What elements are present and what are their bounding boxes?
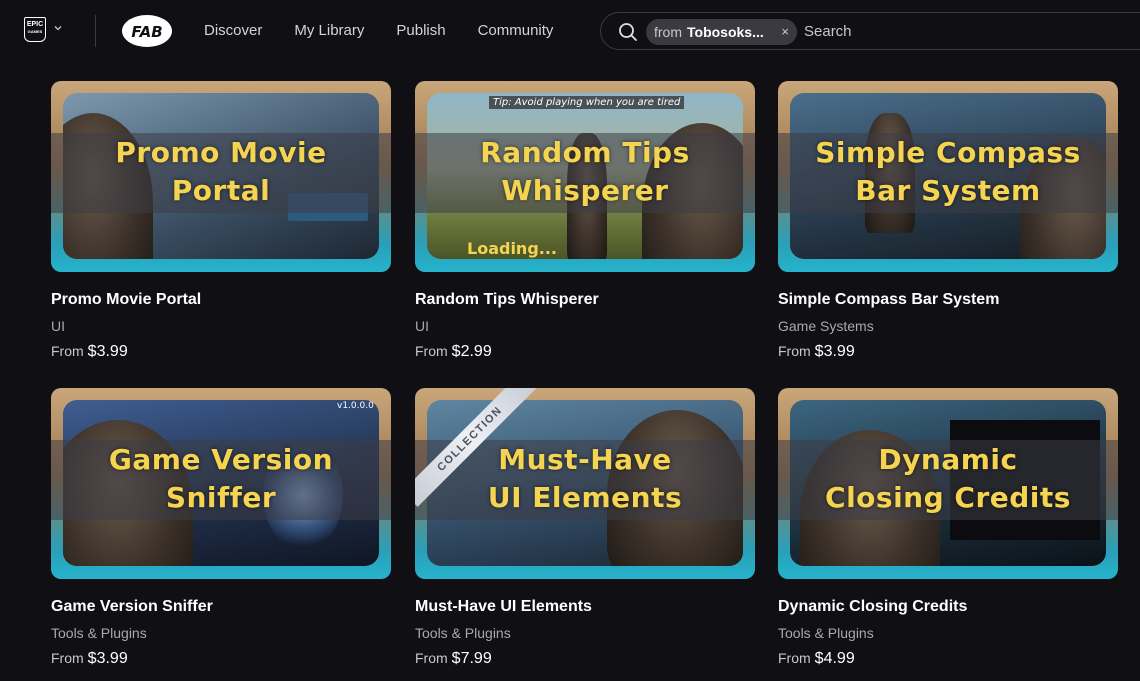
- price-prefix: From: [778, 343, 811, 359]
- chevron-down-icon[interactable]: [53, 23, 63, 33]
- thumbnail-title-line2: Bar System: [855, 174, 1041, 207]
- price-prefix: From: [415, 650, 448, 666]
- thumbnail-title-line1: Simple Compass: [815, 136, 1081, 169]
- chip-value: Tobosoks...: [687, 24, 764, 40]
- thumbnail-title-line2: Sniffer: [165, 481, 277, 514]
- epic-logo-text: EPIC: [26, 21, 44, 28]
- nav-discover[interactable]: Discover: [204, 22, 262, 39]
- product-thumbnail[interactable]: Promo Movie Portal: [51, 81, 391, 272]
- product-price: From $3.99: [778, 343, 855, 361]
- product-price: From $4.99: [778, 650, 855, 668]
- product-title[interactable]: Simple Compass Bar System: [778, 291, 999, 309]
- product-card-promo-movie-portal[interactable]: Promo Movie Portal Promo Movie Portal UI…: [51, 81, 391, 371]
- thumbnail-title-line2: Whisperer: [501, 174, 669, 207]
- thumbnail-title-line2: UI Elements: [487, 481, 683, 514]
- product-category: Tools & Plugins: [778, 625, 874, 641]
- product-thumbnail[interactable]: v1.0.0.0 Game Version Sniffer: [51, 388, 391, 579]
- product-price: From $3.99: [51, 650, 128, 668]
- price-prefix: From: [778, 650, 811, 666]
- thumbnail-loading-text: Loading...: [467, 239, 557, 258]
- product-category: Tools & Plugins: [415, 625, 511, 641]
- product-title[interactable]: Must-Have UI Elements: [415, 598, 592, 616]
- thumbnail-tip-text: Tip: Avoid playing when you are tired: [489, 96, 685, 109]
- fab-logo-text: FAB: [131, 23, 162, 41]
- search-icon: [619, 23, 637, 41]
- price-amount: $3.99: [87, 343, 128, 360]
- product-thumbnail[interactable]: Dynamic Closing Credits: [778, 388, 1118, 579]
- price-amount: $4.99: [814, 650, 855, 667]
- product-category: Tools & Plugins: [51, 625, 147, 641]
- product-title[interactable]: Game Version Sniffer: [51, 598, 213, 616]
- fab-logo-icon[interactable]: FAB: [121, 14, 173, 48]
- thumbnail-version-text: v1.0.0.0: [337, 401, 374, 411]
- product-card-must-have-ui-elements[interactable]: COLLECTION Must-Have UI Elements Must-Ha…: [415, 388, 755, 678]
- thumbnail-title-line1: Must-Have: [498, 443, 672, 476]
- product-title[interactable]: Random Tips Whisperer: [415, 291, 599, 309]
- epic-games-logo-icon[interactable]: EPIC GAMES: [24, 17, 46, 42]
- chip-prefix: from: [654, 24, 682, 40]
- thumbnail-title-line1: Dynamic: [878, 443, 1018, 476]
- header-divider: [95, 15, 96, 47]
- product-title[interactable]: Dynamic Closing Credits: [778, 598, 967, 616]
- price-amount: $3.99: [87, 650, 128, 667]
- search-filter-chip[interactable]: from Tobosoks... ×: [646, 19, 797, 45]
- search-bar[interactable]: from Tobosoks... × Search: [600, 12, 1140, 50]
- product-price: From $2.99: [415, 343, 492, 361]
- nav-community[interactable]: Community: [478, 22, 554, 39]
- price-amount: $7.99: [451, 650, 492, 667]
- product-card-game-version-sniffer[interactable]: v1.0.0.0 Game Version Sniffer Game Versi…: [51, 388, 391, 678]
- main-nav: Discover My Library Publish Community: [204, 22, 585, 39]
- top-navigation-bar: EPIC GAMES FAB Discover My Library Publi…: [0, 0, 1140, 62]
- price-amount: $2.99: [451, 343, 492, 360]
- search-input[interactable]: Search: [804, 23, 852, 40]
- product-title[interactable]: Promo Movie Portal: [51, 291, 201, 309]
- thumbnail-title-line1: Promo Movie: [115, 136, 327, 169]
- thumbnail-title-line2: Closing Credits: [825, 481, 1071, 514]
- price-prefix: From: [51, 650, 84, 666]
- product-price: From $7.99: [415, 650, 492, 668]
- nav-publish[interactable]: Publish: [396, 22, 445, 39]
- product-card-dynamic-closing-credits[interactable]: Dynamic Closing Credits Dynamic Closing …: [778, 388, 1118, 678]
- epic-logo-subtext: GAMES: [27, 29, 43, 34]
- nav-my-library[interactable]: My Library: [294, 22, 364, 39]
- product-category: UI: [51, 318, 65, 334]
- thumbnail-title-line1: Game Version: [108, 443, 334, 476]
- close-icon[interactable]: ×: [781, 24, 789, 39]
- thumbnail-title-line2: Portal: [171, 174, 271, 207]
- price-amount: $3.99: [814, 343, 855, 360]
- price-prefix: From: [51, 343, 84, 359]
- product-category: UI: [415, 318, 429, 334]
- product-category: Game Systems: [778, 318, 874, 334]
- product-card-simple-compass-bar-system[interactable]: Simple Compass Bar System Simple Compass…: [778, 81, 1118, 371]
- product-thumbnail[interactable]: Tip: Avoid playing when you are tired Ra…: [415, 81, 755, 272]
- product-thumbnail[interactable]: Simple Compass Bar System: [778, 81, 1118, 272]
- product-thumbnail[interactable]: COLLECTION Must-Have UI Elements: [415, 388, 755, 579]
- thumbnail-title-line1: Random Tips: [480, 136, 690, 169]
- product-card-random-tips-whisperer[interactable]: Tip: Avoid playing when you are tired Ra…: [415, 81, 755, 371]
- price-prefix: From: [415, 343, 448, 359]
- product-price: From $3.99: [51, 343, 128, 361]
